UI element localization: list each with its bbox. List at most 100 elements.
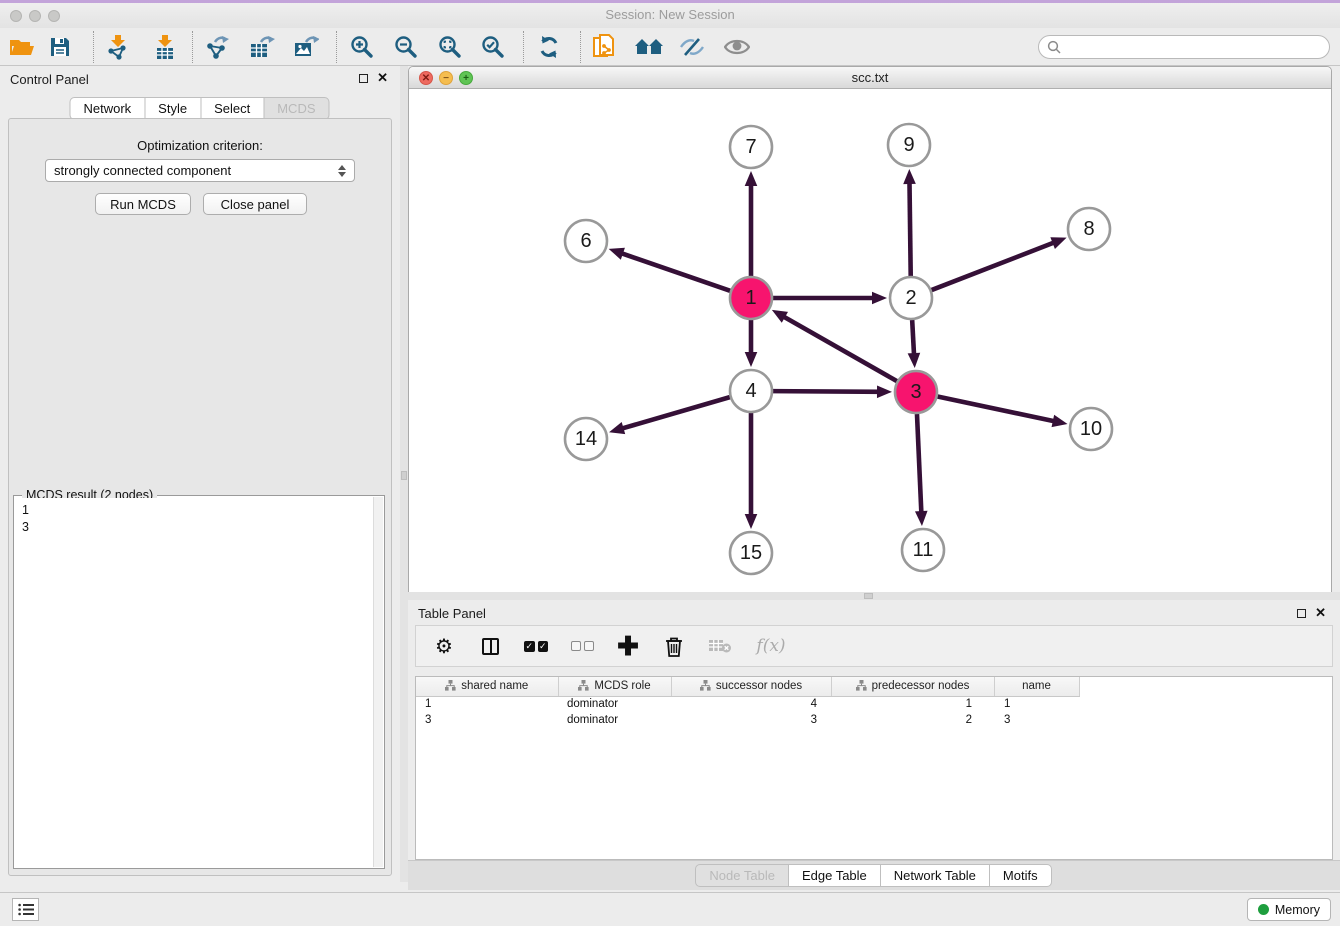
tab-style[interactable]: Style <box>144 97 201 120</box>
deselect-all-rows-button[interactable] <box>570 634 594 658</box>
zoom-out-icon <box>394 35 418 59</box>
import-table-button[interactable] <box>150 32 180 62</box>
column-header-shared-name[interactable]: shared name <box>416 677 558 696</box>
graph-edge-2-8[interactable] <box>932 242 1057 290</box>
network-view-window: ✕ − + scc.txt 7968124314101511 <box>408 66 1332 592</box>
show-graphics-button[interactable] <box>722 32 752 62</box>
apply-layout-button[interactable] <box>534 32 564 62</box>
graph-edge-4-14[interactable] <box>620 397 730 429</box>
graph-edge-3-10[interactable] <box>938 397 1057 422</box>
attribute-type-icon <box>445 680 456 691</box>
node-table[interactable]: shared name MCDS role successor nodes pr… <box>415 676 1333 860</box>
horizontal-splitter[interactable] <box>408 592 1340 600</box>
tab-select[interactable]: Select <box>200 97 264 120</box>
table-settings-button[interactable]: ⚙ <box>432 634 456 658</box>
mcds-panel: Optimization criterion: strongly connect… <box>8 118 392 876</box>
zoom-in-button[interactable] <box>347 32 377 62</box>
tab-network-table[interactable]: Network Table <box>880 864 990 887</box>
optimization-criterion-select[interactable]: strongly connected component <box>45 159 355 182</box>
graph-edge-arrowhead <box>903 169 916 184</box>
search-input[interactable] <box>1038 35 1330 59</box>
vertical-splitter[interactable] <box>400 66 408 882</box>
export-image-button[interactable] <box>291 32 321 62</box>
cell-successor-nodes[interactable]: 4 <box>671 696 831 712</box>
export-network-button[interactable] <box>203 32 233 62</box>
graph-node-label: 3 <box>910 381 921 403</box>
graph-edge-1-6[interactable] <box>619 252 730 290</box>
result-scrollbar[interactable] <box>373 497 383 867</box>
network-graph[interactable]: 7968124314101511 <box>409 89 1331 592</box>
splitter-grip[interactable] <box>401 471 407 480</box>
duplicate-network-button[interactable] <box>590 32 620 62</box>
close-panel-icon[interactable]: ✕ <box>377 73 388 83</box>
graph-edge-2-3[interactable] <box>912 320 914 357</box>
hide-ui-button[interactable] <box>677 32 707 62</box>
control-panel-title: Control Panel <box>10 72 89 87</box>
tab-network[interactable]: Network <box>69 97 145 120</box>
zoom-selected-button[interactable] <box>478 32 508 62</box>
cell-successor-nodes[interactable]: 3 <box>671 712 831 728</box>
graph-edge-4-3[interactable] <box>773 391 881 392</box>
zoom-out-button[interactable] <box>391 32 421 62</box>
delete-table-button[interactable] <box>708 634 732 658</box>
tab-motifs[interactable]: Motifs <box>989 864 1052 887</box>
cell-name[interactable]: 3 <box>994 712 1079 728</box>
add-column-button[interactable]: ✚ <box>616 634 640 658</box>
select-all-rows-button[interactable]: ✓✓ <box>524 634 548 658</box>
zoom-fit-button[interactable] <box>435 32 465 62</box>
mcds-result-text[interactable]: 1 3 <box>15 498 372 867</box>
tab-mcds[interactable]: MCDS <box>263 97 329 120</box>
cell-mcds-role[interactable]: dominator <box>558 712 671 728</box>
tab-node-table[interactable]: Node Table <box>695 864 789 887</box>
import-network-icon <box>106 34 130 60</box>
run-mcds-button[interactable]: Run MCDS <box>95 193 191 215</box>
graph-edge-3-11[interactable] <box>917 414 921 515</box>
splitter-grip[interactable] <box>864 593 873 599</box>
graph-node-label: 11 <box>913 539 934 561</box>
graph-node-label: 2 <box>905 287 916 309</box>
delete-table-icon <box>708 638 732 654</box>
status-bar: Memory <box>0 892 1340 926</box>
cell-predecessor-nodes[interactable]: 2 <box>831 712 994 728</box>
column-header-successor-nodes[interactable]: successor nodes <box>671 677 831 696</box>
toolbar-separator <box>336 31 337 63</box>
import-network-button[interactable] <box>103 32 133 62</box>
eye-icon <box>724 38 750 56</box>
toolbar-separator <box>192 31 193 63</box>
cell-shared-name[interactable]: 1 <box>416 696 558 712</box>
open-session-button[interactable] <box>7 32 37 62</box>
titlebar[interactable]: Session: New Session <box>0 3 1340 28</box>
table-toolbar: ⚙ ✓✓ ✚ f(x) <box>415 625 1333 667</box>
fx-icon: f(x) <box>756 636 785 656</box>
network-window-titlebar[interactable]: ✕ − + scc.txt <box>409 67 1331 89</box>
graph-edge-3-1[interactable] <box>781 315 896 381</box>
cell-shared-name[interactable]: 3 <box>416 712 558 728</box>
float-panel-icon[interactable] <box>1297 609 1306 618</box>
table-row[interactable]: 1 dominator 4 1 1 <box>416 696 1079 712</box>
close-panel-button[interactable]: Close panel <box>203 193 307 215</box>
tab-edge-table[interactable]: Edge Table <box>788 864 881 887</box>
graph-edge-arrowhead <box>877 385 892 398</box>
export-table-button[interactable] <box>247 32 277 62</box>
column-header-mcds-role[interactable]: MCDS role <box>558 677 671 696</box>
apply-function-button[interactable]: f(x) <box>754 634 788 658</box>
cell-predecessor-nodes[interactable]: 1 <box>831 696 994 712</box>
result-line: 1 <box>22 502 372 519</box>
delete-column-button[interactable] <box>662 634 686 658</box>
memory-button[interactable]: Memory <box>1247 898 1331 921</box>
graph-edge-2-9[interactable] <box>909 180 910 276</box>
float-panel-icon[interactable] <box>359 74 368 83</box>
show-columns-button[interactable] <box>478 634 502 658</box>
table-row[interactable]: 3 dominator 3 2 3 <box>416 712 1079 728</box>
cell-name[interactable]: 1 <box>994 696 1079 712</box>
show-log-button[interactable] <box>12 898 39 921</box>
save-session-button[interactable] <box>45 32 75 62</box>
zoom-in-icon <box>350 35 374 59</box>
column-header-predecessor-nodes[interactable]: predecessor nodes <box>831 677 994 696</box>
unchecked-box-icon <box>571 641 581 651</box>
cell-mcds-role[interactable]: dominator <box>558 696 671 712</box>
network-canvas[interactable]: 7968124314101511 <box>409 89 1331 592</box>
home-view-button[interactable] <box>634 32 664 62</box>
close-panel-icon[interactable]: ✕ <box>1315 608 1326 618</box>
column-header-name[interactable]: name <box>994 677 1079 696</box>
